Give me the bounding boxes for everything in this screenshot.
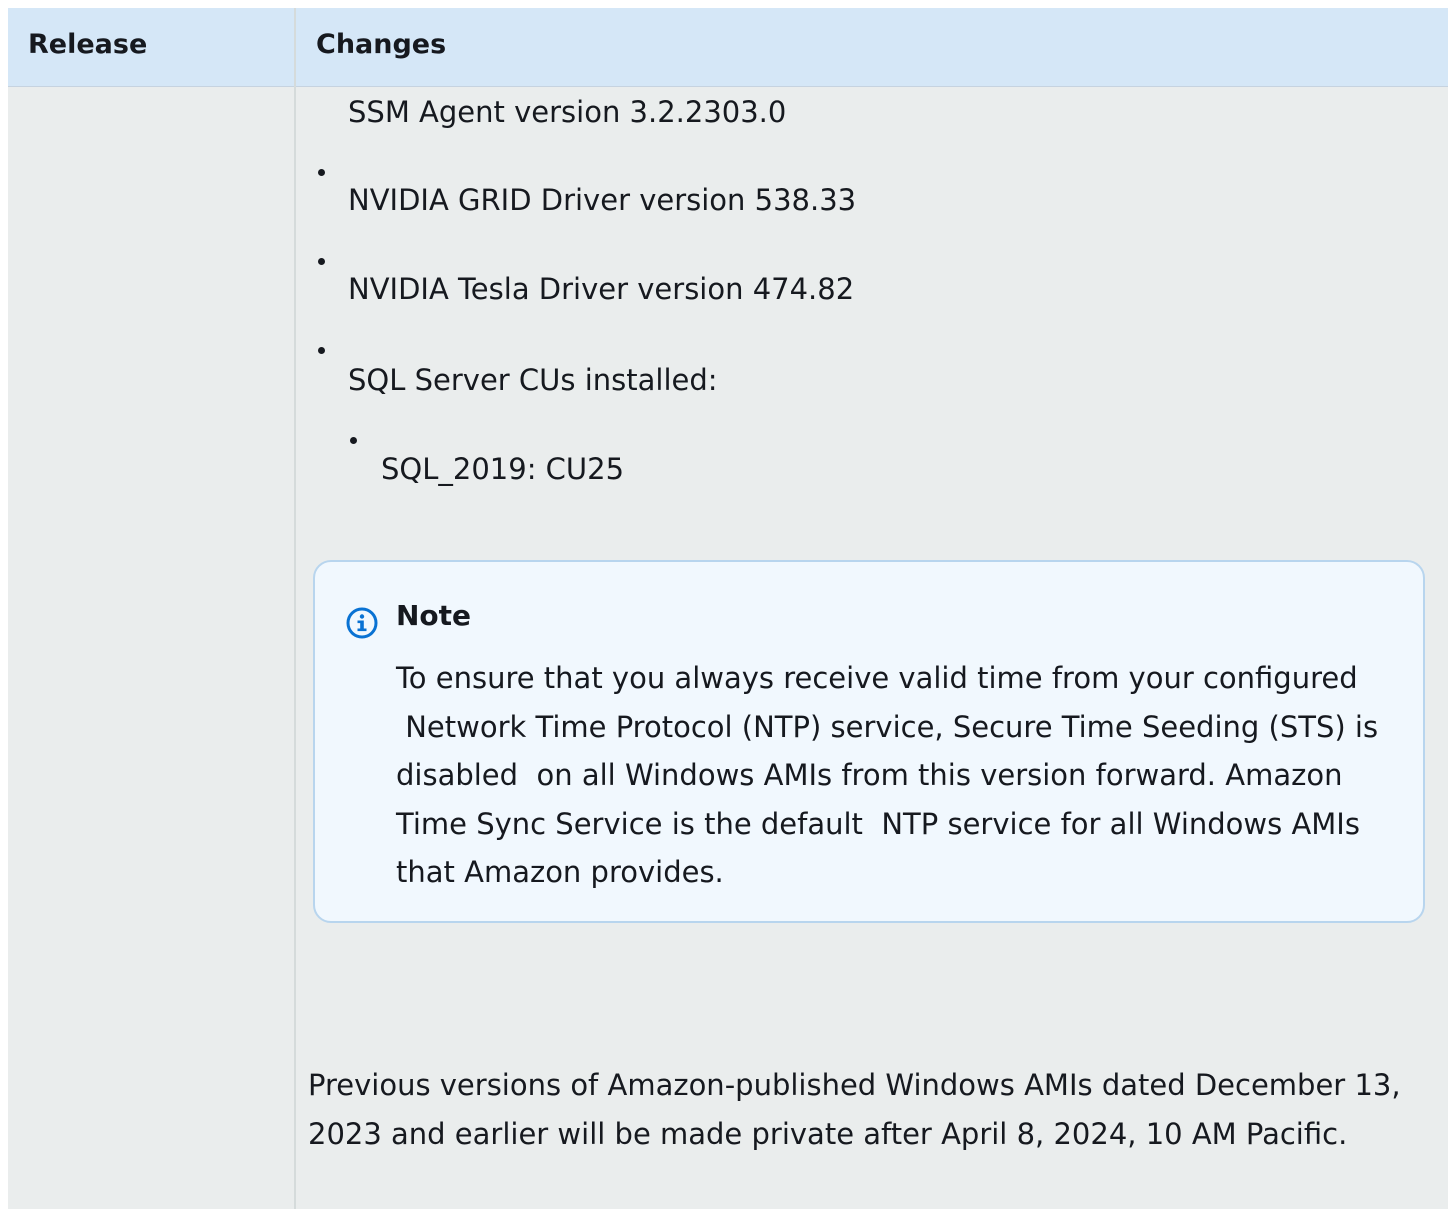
release-notes-table: Release Changes SSM Agent version 3.2.23… <box>8 8 1448 1209</box>
bullet-icon <box>350 437 357 444</box>
list-item: NVIDIA GRID Driver version 538.33 <box>348 183 857 217</box>
paragraph-line: 2023 and earlier will be made private af… <box>308 1116 1348 1151</box>
list-item: SSM Agent version 3.2.2303.0 <box>348 95 787 129</box>
sub-list-item: SQL_2019: CU25 <box>381 452 625 486</box>
bullet-icon <box>318 169 325 176</box>
note-callout: Note To ensure that you always receive v… <box>313 560 1425 923</box>
column-header-release: Release <box>28 29 148 60</box>
table-header-row: Release Changes <box>8 8 1448 87</box>
note-body: To ensure that you always receive valid … <box>396 654 1396 897</box>
note-text-line: Network Time Protocol (NTP) service, Sec… <box>396 709 1379 744</box>
list-item: NVIDIA Tesla Driver version 474.82 <box>348 272 855 306</box>
note-text-line: disabled on all Windows AMIs from this v… <box>396 758 1343 792</box>
list-item: SQL Server CUs installed: <box>348 363 718 397</box>
info-icon <box>345 606 379 640</box>
bullet-icon <box>318 347 325 354</box>
note-title: Note <box>396 599 472 632</box>
note-text-line: To ensure that you always receive valid … <box>396 661 1358 695</box>
note-text-line: that Amazon provides. <box>396 855 724 889</box>
column-header-changes: Changes <box>316 29 447 60</box>
column-divider <box>294 8 296 1209</box>
paragraph-line: Previous versions of Amazon-published Wi… <box>308 1068 1401 1102</box>
bullet-icon <box>318 258 325 265</box>
deprecation-paragraph: Previous versions of Amazon-published Wi… <box>308 1061 1418 1158</box>
note-text-line: Time Sync Service is the default NTP ser… <box>396 806 1360 841</box>
